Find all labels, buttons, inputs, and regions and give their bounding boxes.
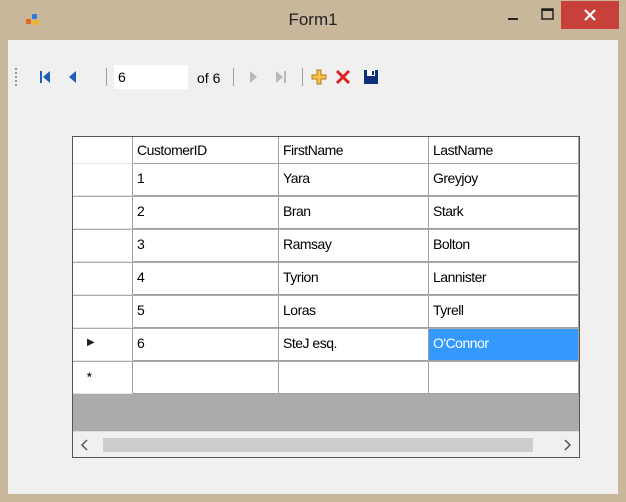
top-left-header-cell[interactable] <box>73 137 133 164</box>
column-header-firstname[interactable]: FirstName <box>279 137 429 164</box>
count-label: of 6 <box>197 70 221 86</box>
table-row-new[interactable]: * <box>73 362 579 395</box>
current-row-indicator-icon: ▶ <box>87 337 95 348</box>
close-button[interactable] <box>561 1 619 29</box>
table-row[interactable]: 3 Ramsay Bolton <box>73 230 579 263</box>
cell-customerid[interactable]: 4 <box>133 263 279 295</box>
cell-lastname[interactable]: Stark <box>429 197 579 229</box>
row-header[interactable] <box>73 263 133 295</box>
maximize-button[interactable] <box>535 6 561 26</box>
new-row-indicator-icon: * <box>87 370 92 384</box>
move-next-icon[interactable] <box>244 68 262 86</box>
column-header-lastname[interactable]: LastName <box>429 137 579 164</box>
move-first-icon[interactable] <box>36 68 54 86</box>
minimize-button[interactable] <box>500 6 526 26</box>
table-row[interactable]: 2 Bran Stark <box>73 197 579 230</box>
cell-customerid[interactable]: 1 <box>133 164 279 196</box>
row-header-new[interactable]: * <box>73 362 133 394</box>
table-row[interactable]: 5 Loras Tyrell <box>73 296 579 329</box>
close-icon <box>584 9 596 21</box>
move-last-icon[interactable] <box>272 68 290 86</box>
cell-lastname[interactable]: Bolton <box>429 230 579 262</box>
row-header[interactable] <box>73 197 133 229</box>
form1-window: Form1 of 6 <box>0 0 626 502</box>
save-icon[interactable] <box>362 68 380 86</box>
title-bar[interactable]: Form1 <box>0 0 626 40</box>
column-header-customerid[interactable]: CustomerID <box>133 137 279 164</box>
row-header[interactable] <box>73 296 133 328</box>
delete-icon[interactable] <box>334 68 352 86</box>
cell-lastname-new[interactable] <box>429 362 579 394</box>
cell-customerid[interactable]: 5 <box>133 296 279 328</box>
row-header[interactable] <box>73 230 133 262</box>
cell-lastname-selected[interactable]: O'Connor <box>429 329 579 361</box>
cell-firstname[interactable]: Yara <box>279 164 429 196</box>
position-textbox[interactable] <box>114 65 188 89</box>
horizontal-scrollbar[interactable] <box>73 431 579 458</box>
scrollbar-thumb[interactable] <box>103 438 533 452</box>
cell-customerid[interactable]: 3 <box>133 230 279 262</box>
cell-lastname[interactable]: Lannister <box>429 263 579 295</box>
toolbar-separator <box>106 68 107 86</box>
customers-datagridview[interactable]: CustomerID FirstName LastName 1 Yara Gre… <box>72 136 580 458</box>
toolbar-grip-icon[interactable] <box>14 66 18 88</box>
window-title: Form1 <box>288 10 338 29</box>
table-row-current[interactable]: ▶ 6 SteJ esq. O'Connor <box>73 329 579 362</box>
row-header[interactable] <box>73 164 133 196</box>
cell-firstname[interactable]: Ramsay <box>279 230 429 262</box>
cell-firstname[interactable]: SteJ esq. <box>279 329 429 361</box>
move-previous-icon[interactable] <box>64 68 82 86</box>
cell-customerid-new[interactable] <box>133 362 279 394</box>
scroll-left-icon[interactable] <box>73 432 97 458</box>
add-new-icon[interactable] <box>310 68 328 86</box>
cell-lastname[interactable]: Tyrell <box>429 296 579 328</box>
scroll-right-icon[interactable] <box>555 432 579 458</box>
cell-firstname[interactable]: Loras <box>279 296 429 328</box>
cell-firstname[interactable]: Tyrion <box>279 263 429 295</box>
toolbar-separator <box>233 68 234 86</box>
cell-lastname[interactable]: Greyjoy <box>429 164 579 196</box>
toolbar-separator <box>302 68 303 86</box>
cell-firstname[interactable]: Bran <box>279 197 429 229</box>
row-header-current[interactable]: ▶ <box>73 329 133 361</box>
cell-firstname-new[interactable] <box>279 362 429 394</box>
cell-customerid[interactable]: 2 <box>133 197 279 229</box>
table-row[interactable]: 1 Yara Greyjoy <box>73 164 579 197</box>
cell-customerid[interactable]: 6 <box>133 329 279 361</box>
table-row[interactable]: 4 Tyrion Lannister <box>73 263 579 296</box>
